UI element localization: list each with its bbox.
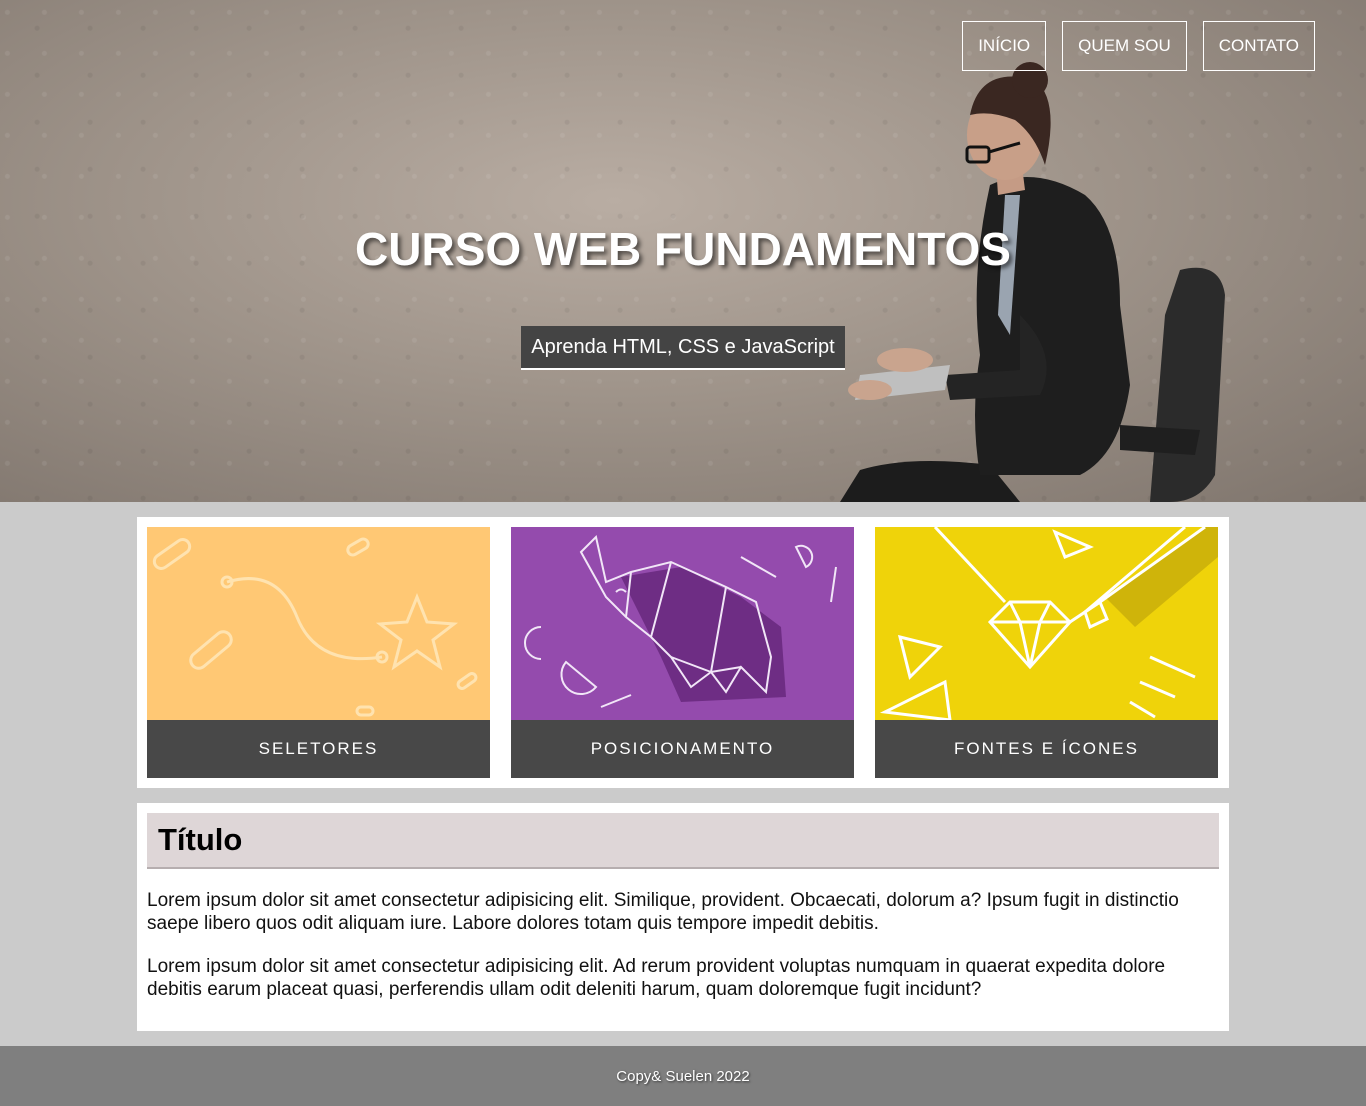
hero-banner: INÍCIO QUEM SOU CONTATO CURSO WEB FUNDAM… (0, 0, 1366, 502)
card-label: SELETORES (147, 720, 490, 778)
hero-title: CURSO WEB FUNDAMENTOS (355, 223, 1011, 275)
article-paragraph: Lorem ipsum dolor sit amet consectetur a… (147, 890, 1179, 934)
hero-woman-image (840, 62, 1225, 502)
nav-inicio-link[interactable]: INÍCIO (962, 21, 1047, 71)
card-seletores[interactable]: SELETORES (147, 527, 490, 778)
content-article: Título Lorem ipsum dolor sit amet consec… (137, 803, 1229, 1031)
nav-quem-sou-link[interactable]: QUEM SOU (1062, 21, 1187, 71)
course-cards: SELETORES POSICIONAMENTO FONTES E ÍCONES (137, 517, 1229, 788)
origami-elephant-icon (511, 527, 854, 720)
star-path-icon (147, 527, 490, 720)
footer-copyright: Copy& Suelen 2022 (616, 1067, 750, 1085)
nav-contato-link[interactable]: CONTATO (1202, 21, 1315, 71)
card-label: FONTES E ÍCONES (875, 720, 1218, 778)
article-title: Título (147, 813, 1219, 869)
card-label: POSICIONAMENTO (511, 720, 854, 778)
diamond-pencil-icon (875, 527, 1218, 720)
card-posicionamento[interactable]: POSICIONAMENTO (511, 527, 854, 778)
hero-subtitle: Aprenda HTML, CSS e JavaScript (521, 326, 845, 370)
page-footer: Copy& Suelen 2022 (0, 1046, 1366, 1106)
card-fontes-e-icones[interactable]: FONTES E ÍCONES (875, 527, 1218, 778)
article-paragraph: Lorem ipsum dolor sit amet consectetur a… (147, 956, 1166, 1000)
main-nav: INÍCIO QUEM SOU CONTATO (962, 21, 1315, 71)
